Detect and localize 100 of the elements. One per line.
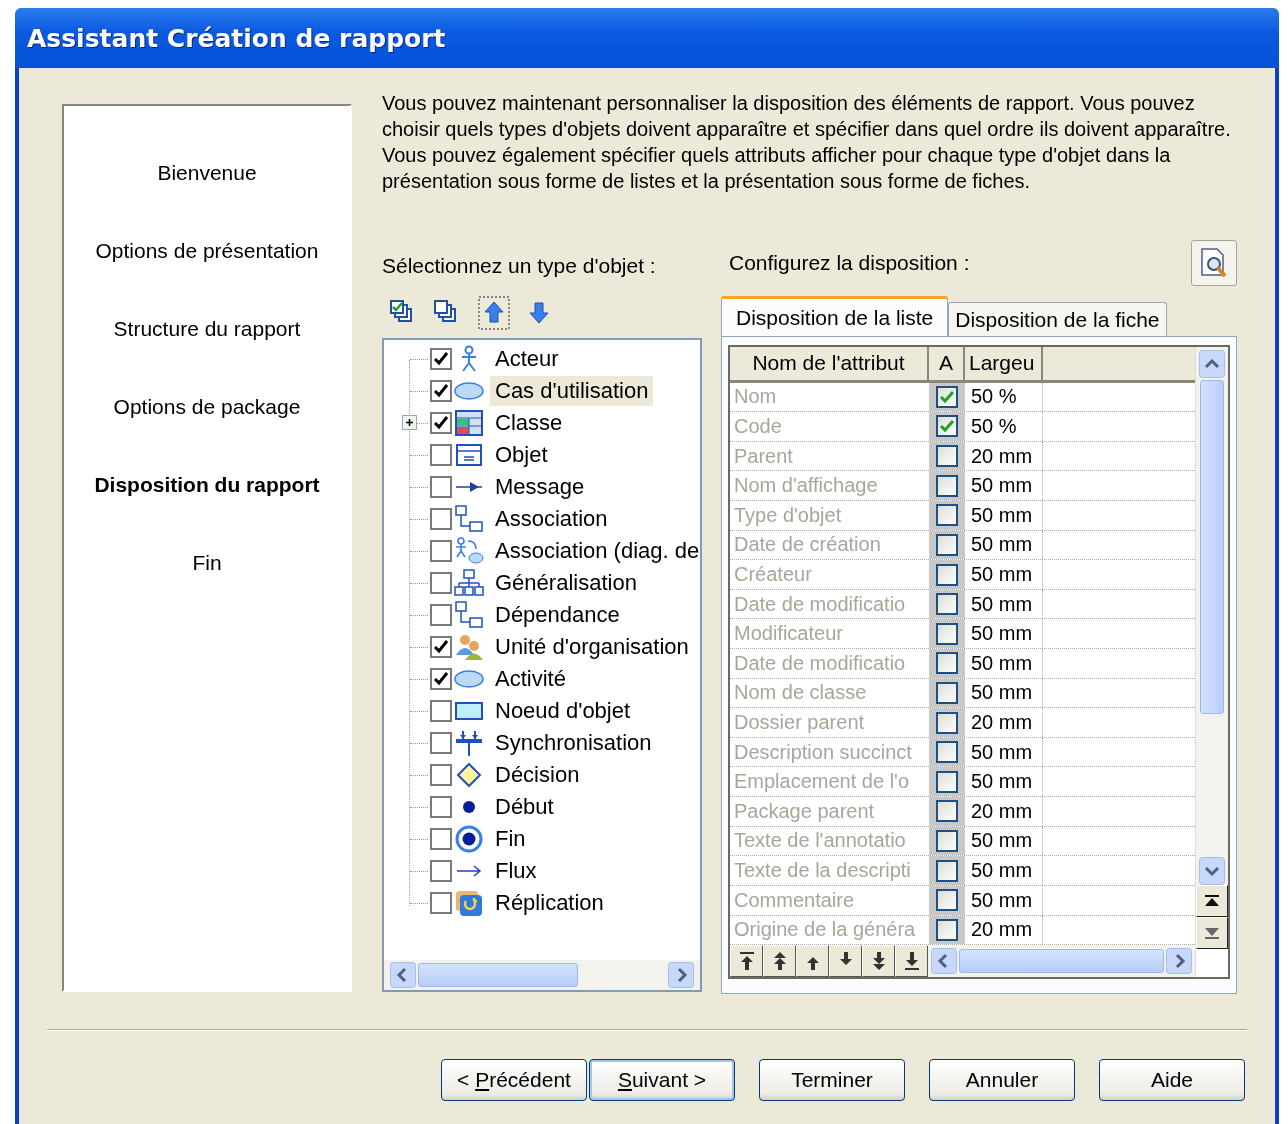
- tree-item[interactable]: Synchronisation: [490, 728, 657, 758]
- checkbox[interactable]: [936, 622, 958, 645]
- scroll-thumb[interactable]: [418, 963, 578, 987]
- checkbox[interactable]: [936, 741, 958, 764]
- checkbox[interactable]: [430, 348, 452, 370]
- checkbox[interactable]: [936, 681, 958, 704]
- target-icon: [454, 825, 484, 853]
- wizard-step: Structure du rapport: [113, 318, 301, 340]
- scroll-up-icon[interactable]: [1199, 350, 1225, 378]
- checkbox[interactable]: [430, 540, 452, 562]
- scroll-down-icon[interactable]: [1199, 857, 1225, 885]
- checkbox[interactable]: [936, 593, 958, 616]
- tree-item[interactable]: Message: [490, 472, 590, 502]
- tab[interactable]: Disposition de la fiche: [948, 302, 1167, 336]
- width-value: 50 mm: [965, 501, 1043, 530]
- tree-item[interactable]: Acteur: [490, 344, 564, 374]
- tree-item[interactable]: Flux: [490, 856, 542, 886]
- checkbox[interactable]: [430, 604, 452, 626]
- move-down-icon[interactable]: [528, 301, 550, 325]
- tree-item[interactable]: Fin: [490, 824, 531, 854]
- tree-item[interactable]: Généralisation: [490, 568, 642, 598]
- scroll-thumb[interactable]: [959, 949, 1164, 974]
- checkbox[interactable]: [936, 385, 958, 408]
- tab[interactable]: Disposition de la liste: [721, 296, 949, 336]
- tree-item[interactable]: Cas d'utilisation: [490, 376, 654, 406]
- scroll-left-icon[interactable]: [931, 948, 957, 975]
- checkbox[interactable]: [936, 711, 958, 734]
- move-up-button[interactable]: [796, 945, 829, 978]
- wizard-button[interactable]: Aide: [1099, 1059, 1245, 1101]
- checkbox[interactable]: [430, 444, 452, 466]
- scroll-to-bottom-button[interactable]: [1196, 917, 1228, 949]
- checkbox[interactable]: [430, 732, 452, 754]
- tree-item[interactable]: Classe: [490, 408, 568, 438]
- width-value: 50 mm: [965, 649, 1043, 678]
- checkbox[interactable]: [936, 533, 958, 556]
- checkbox[interactable]: [936, 889, 958, 912]
- horizontal-scrollbar[interactable]: [384, 960, 700, 990]
- horizontal-scrollbar[interactable]: [928, 945, 1195, 978]
- vertical-scrollbar[interactable]: [1196, 347, 1228, 885]
- checkbox[interactable]: [430, 636, 452, 658]
- checkbox[interactable]: [430, 572, 452, 594]
- tree-item[interactable]: Noeud d'objet: [490, 696, 636, 726]
- checkbox[interactable]: [936, 770, 958, 793]
- column-header[interactable]: Largeu: [965, 347, 1043, 380]
- expand-icon[interactable]: [402, 415, 417, 430]
- tree-item[interactable]: Association (diag. de: [490, 536, 700, 566]
- checkbox[interactable]: [936, 415, 958, 438]
- linked-boxes-icon: [454, 601, 484, 629]
- checkbox[interactable]: [936, 859, 958, 882]
- tree-item[interactable]: Décision: [490, 760, 585, 790]
- scroll-right-icon[interactable]: [668, 962, 694, 988]
- tree-item[interactable]: Début: [490, 792, 559, 822]
- checkbox[interactable]: [936, 830, 958, 852]
- move-down-button[interactable]: [829, 945, 862, 978]
- checkbox[interactable]: [936, 504, 958, 527]
- checkbox[interactable]: [430, 412, 452, 434]
- checkbox[interactable]: [936, 652, 958, 675]
- move-up-icon[interactable]: [478, 296, 510, 330]
- scroll-right-icon[interactable]: [1166, 948, 1192, 975]
- tree-item[interactable]: Association: [490, 504, 613, 534]
- scroll-to-top-button[interactable]: [1196, 885, 1228, 917]
- checkbox[interactable]: [936, 800, 958, 823]
- checkbox[interactable]: [936, 918, 958, 941]
- checkbox[interactable]: [936, 445, 958, 468]
- scroll-thumb[interactable]: [1200, 380, 1224, 714]
- wizard-button[interactable]: Annuler: [929, 1059, 1075, 1101]
- column-header[interactable]: Nom de l'attribut: [730, 347, 929, 380]
- double-up-button[interactable]: [763, 945, 796, 978]
- preview-button[interactable]: [1191, 240, 1237, 286]
- tree-item[interactable]: Objet: [490, 440, 553, 470]
- checkbox[interactable]: [430, 700, 452, 722]
- checkbox[interactable]: [430, 380, 452, 402]
- checkbox[interactable]: [430, 892, 452, 914]
- double-down-button[interactable]: [862, 945, 895, 978]
- checkbox[interactable]: [430, 668, 452, 690]
- wizard-button[interactable]: < Précédent: [441, 1059, 587, 1101]
- tree-item[interactable]: Unité d'organisation: [490, 632, 694, 662]
- checkbox[interactable]: [430, 764, 452, 786]
- tree-item[interactable]: Dépendance: [490, 600, 625, 630]
- checkbox[interactable]: [430, 860, 452, 882]
- width-value: 20 mm: [965, 915, 1043, 945]
- wizard-button[interactable]: Suivant >: [589, 1059, 735, 1101]
- attribute-name: Nom: [733, 384, 778, 410]
- tree-item[interactable]: Activité: [490, 664, 571, 694]
- column-header[interactable]: A: [929, 347, 965, 380]
- width-value: 50 %: [965, 382, 1043, 412]
- width-value: 50 mm: [965, 560, 1043, 589]
- checkbox[interactable]: [936, 474, 958, 497]
- tree-item[interactable]: Réplication: [490, 888, 609, 918]
- move-to-top-button[interactable]: [730, 945, 763, 978]
- checkbox[interactable]: [430, 796, 452, 818]
- move-to-bottom-button[interactable]: [895, 945, 928, 978]
- checkbox[interactable]: [430, 828, 452, 850]
- wizard-button[interactable]: Terminer: [759, 1059, 905, 1101]
- scroll-left-icon[interactable]: [390, 962, 416, 988]
- attribute-name: Commentaire: [733, 887, 856, 913]
- checkbox[interactable]: [430, 508, 452, 530]
- checkbox[interactable]: [936, 563, 958, 586]
- checkbox[interactable]: [430, 476, 452, 498]
- layout-label: Configurez la disposition :: [729, 251, 970, 275]
